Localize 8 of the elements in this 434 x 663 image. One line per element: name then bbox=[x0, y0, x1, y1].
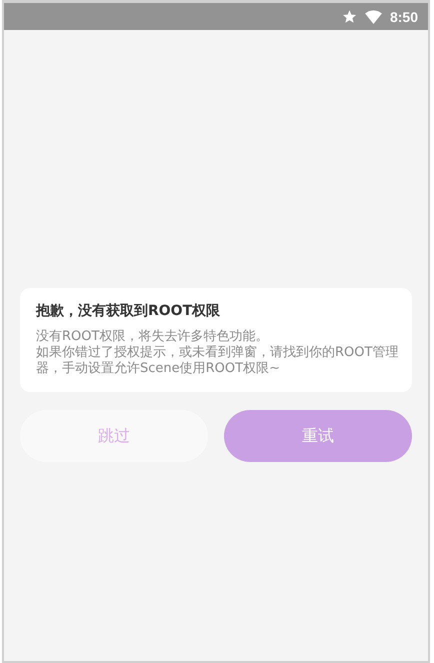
wifi-icon bbox=[364, 10, 382, 24]
skip-button[interactable]: 跳过 bbox=[20, 410, 208, 462]
star-icon bbox=[342, 9, 357, 24]
dialog-message: 如果你错过了授权提示，或未看到弹窗，请找到你的ROOT管理器，手动设置允许Scene使用ROOT权限~ bbox=[36, 345, 400, 377]
dialog-title: 抱歉，没有获取到ROOT权限 bbox=[36, 302, 222, 320]
status-time: 8:50 bbox=[390, 8, 418, 24]
dialog-message: 没有ROOT权限，将失去许多特色功能。 bbox=[36, 329, 270, 345]
retry-button[interactable]: 重试 bbox=[224, 410, 412, 462]
